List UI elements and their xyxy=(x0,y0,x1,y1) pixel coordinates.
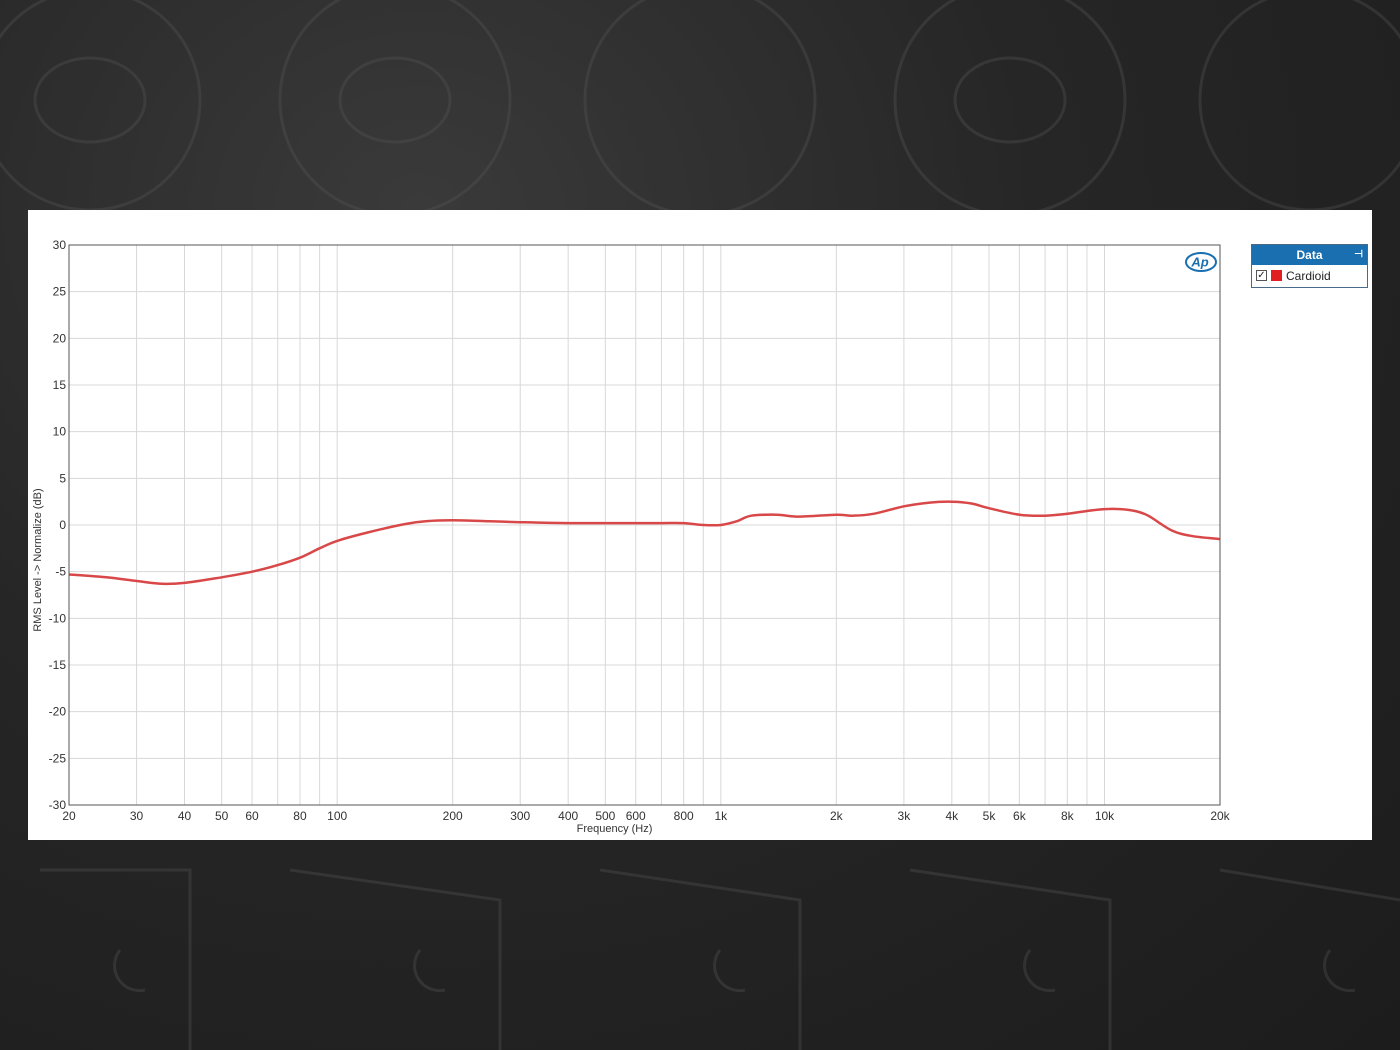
x-tick-label: 400 xyxy=(558,809,578,823)
legend-item-cardioid[interactable]: ✓ Cardioid xyxy=(1252,265,1367,286)
x-tick-label: 50 xyxy=(215,809,229,823)
ap-logo: Ap xyxy=(1185,252,1217,272)
x-tick-label: 100 xyxy=(327,809,347,823)
y-axis-label: RMS Level -> Normalize (dB) xyxy=(32,488,44,631)
x-tick-label: 200 xyxy=(443,809,463,823)
y-tick-label: -25 xyxy=(49,751,67,765)
pin-icon[interactable]: ⊣ xyxy=(1354,248,1363,262)
legend-item-label: Cardioid xyxy=(1286,268,1331,283)
y-tick-label: -15 xyxy=(49,658,67,672)
y-tick-label: 30 xyxy=(53,238,67,252)
x-tick-label: 4k xyxy=(945,809,959,823)
ap-logo-text: Ap xyxy=(1190,255,1208,270)
frequency-response-chart: 302520151050-5-10-15-20-25-30 20 30 40 50 60… xyxy=(32,238,1231,835)
x-tick-label: 3k xyxy=(898,809,912,823)
x-tick-label: 500 xyxy=(595,809,615,823)
x-tick-label: 800 xyxy=(674,809,694,823)
x-tick-label: 30 xyxy=(130,809,144,823)
x-tick-label: 2k xyxy=(830,809,844,823)
y-tick-label: 10 xyxy=(53,425,67,439)
x-tick-label: 8k xyxy=(1061,809,1075,823)
y-tick-label: 15 xyxy=(53,378,67,392)
y-tick-label: -20 xyxy=(49,705,67,719)
x-axis-label: Frequency (Hz) xyxy=(577,823,653,835)
series-color-swatch xyxy=(1271,270,1282,281)
x-tick-label: 60 xyxy=(245,809,259,823)
legend-panel: Data ⊣ ✓ Cardioid xyxy=(1251,244,1368,288)
y-tick-label: -5 xyxy=(55,565,66,579)
x-tick-label: 300 xyxy=(510,809,530,823)
y-tick-label: -10 xyxy=(49,611,67,625)
y-tick-label: 0 xyxy=(59,518,66,532)
x-tick-label: 20 xyxy=(62,809,76,823)
x-tick-label: 600 xyxy=(626,809,646,823)
y-tick-label: 5 xyxy=(59,471,66,485)
chart-panel: 30 25 20 15 10 5 0 -5 -10 -15 -20 -25 -30 20 30 40 50 60… xyxy=(28,210,1372,840)
x-tick-label: 20k xyxy=(1210,809,1230,823)
x-tick-label: 40 xyxy=(178,809,192,823)
legend-title: Data xyxy=(1296,248,1323,262)
checkbox-icon[interactable]: ✓ xyxy=(1256,270,1267,281)
x-tick-label: 10k xyxy=(1095,809,1115,823)
x-tick-label: 6k xyxy=(1013,809,1027,823)
x-tick-label: 1k xyxy=(714,809,728,823)
x-tick-label: 80 xyxy=(293,809,307,823)
legend-header: Data ⊣ xyxy=(1252,245,1367,265)
y-tick-label: 20 xyxy=(53,331,67,345)
y-tick-label: 25 xyxy=(53,285,67,299)
x-tick-label: 5k xyxy=(983,809,997,823)
